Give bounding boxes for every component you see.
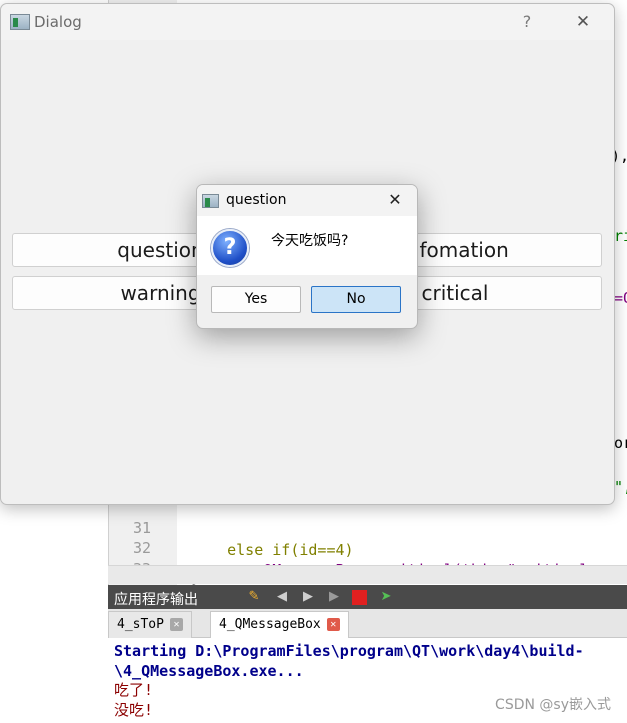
code-fragment: ri xyxy=(614,227,627,245)
dialog-title: Dialog xyxy=(34,13,82,31)
tab-4-qmessagebox[interactable]: 4_QMessageBox ✕ xyxy=(210,611,349,638)
message-box-title: question xyxy=(226,192,287,208)
output-tabs: 4_sToP ✕ 4_QMessageBox ✕ xyxy=(108,609,627,638)
yes-button[interactable]: Yes xyxy=(211,286,301,313)
output-line: \4_QMessageBox.exe... xyxy=(114,662,304,680)
output-pane-toolbar: 应用程序输出 ✎ ◀ ▶ ▶ ➤ xyxy=(108,585,627,609)
close-tab-icon[interactable]: ✕ xyxy=(326,618,340,631)
app-window-icon xyxy=(202,194,219,208)
close-tab-icon[interactable]: ✕ xyxy=(169,618,183,631)
dialog-titlebar[interactable]: Dialog ? ✕ xyxy=(1,4,614,40)
code-line: 33 } xyxy=(109,536,627,585)
code-fragment: ", xyxy=(614,478,627,496)
next-item-icon[interactable]: ▶ xyxy=(300,589,316,605)
no-button[interactable]: No xyxy=(311,286,401,313)
app-window-icon xyxy=(10,14,30,30)
question-message-box: question ✕ ? 今天吃饭吗? Yes No xyxy=(196,184,418,329)
tab-4-stop[interactable]: 4_sToP ✕ xyxy=(108,611,192,638)
output-line: Starting D:\ProgramFiles\program\QT\work… xyxy=(114,642,584,660)
watermark: CSDN @sy嵌入式 xyxy=(495,697,611,713)
help-button[interactable]: ? xyxy=(516,11,538,33)
output-line: 吃了! xyxy=(114,681,154,699)
question-icon: ? xyxy=(211,229,249,267)
run-icon[interactable]: ▶ xyxy=(326,589,342,605)
previous-item-icon[interactable]: ◀ xyxy=(274,589,290,605)
message-box-titlebar[interactable]: question ✕ xyxy=(197,185,417,216)
stop-icon[interactable] xyxy=(352,590,367,605)
tab-label: 4_sToP xyxy=(117,617,164,632)
code-fragment: or xyxy=(614,434,627,452)
output-pane-title: 应用程序输出 xyxy=(114,592,198,608)
close-button[interactable]: ✕ xyxy=(572,11,594,33)
message-box-close-button[interactable]: ✕ xyxy=(384,189,406,211)
code-fragment: =Q xyxy=(614,289,627,307)
message-box-body: ? 今天吃饭吗? xyxy=(197,216,417,275)
message-text: 今天吃饭吗? xyxy=(271,233,349,249)
output-line: 没吃! xyxy=(114,701,154,719)
clear-output-icon[interactable]: ✎ xyxy=(246,589,262,605)
attach-debugger-icon[interactable]: ➤ xyxy=(378,589,394,605)
tab-label: 4_QMessageBox xyxy=(219,617,321,632)
code-line: 32 QMessageBox::critical(this,"critical xyxy=(109,515,627,579)
horizontal-scrollbar[interactable] xyxy=(108,565,627,584)
